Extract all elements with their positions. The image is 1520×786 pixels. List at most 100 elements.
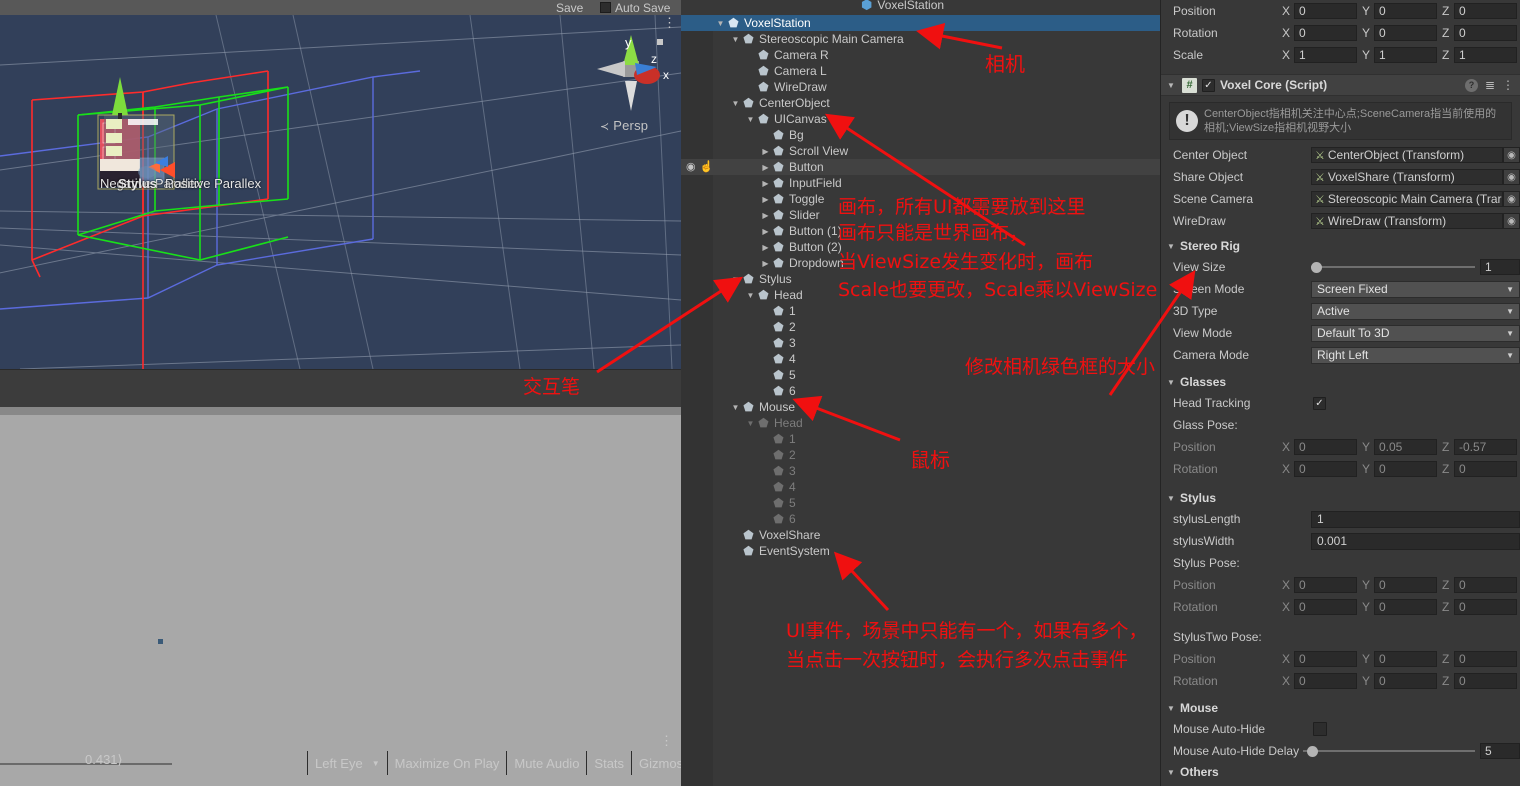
chevron-right-icon[interactable]: ▶ [760, 163, 771, 172]
mouse-foldout[interactable]: ▼ Mouse [1161, 698, 1520, 718]
save-button-partial[interactable]: Save [556, 0, 583, 15]
chevron-right-icon[interactable]: ▶ [760, 147, 771, 156]
screen-mode-dropdown[interactable]: Screen Fixed ▼ [1311, 280, 1520, 298]
scene-overflow-menu-icon[interactable]: ⋮ [663, 16, 676, 29]
stylus-foldout[interactable]: ▼ Stylus [1161, 488, 1520, 508]
camera-mode-dropdown[interactable]: Right Left ▼ [1311, 346, 1520, 364]
stereo-rig-foldout[interactable]: ▼ Stereo Rig [1161, 236, 1520, 256]
maximize-on-play-button[interactable]: Maximize On Play [386, 751, 507, 775]
scene-camera-picker-icon[interactable]: ◉ [1503, 191, 1520, 207]
hierarchy-row[interactable]: ▼ ⬟ Stereoscopic Main Camera [681, 31, 1160, 47]
hierarchy-row[interactable]: ▼ ⬟ UICanvas [681, 111, 1160, 127]
mouse-auto-hide-checkbox[interactable] [1313, 722, 1327, 736]
hierarchy-row[interactable]: ⬟ VoxelShare [681, 527, 1160, 543]
auto-save-checkbox[interactable] [600, 2, 611, 13]
hierarchy-row[interactable]: ▼ ⬟ VoxelStation [681, 15, 1160, 31]
chevron-right-icon[interactable]: ▶ [760, 243, 771, 252]
hierarchy-row[interactable]: ▶ ⬟ InputField [681, 175, 1160, 191]
hierarchy-row[interactable]: ⬟ 3 [681, 335, 1160, 351]
stylus-two-rotation-z-field: 0 [1454, 673, 1517, 689]
hierarchy-row[interactable]: ⬟ 2 [681, 319, 1160, 335]
hierarchy-row[interactable]: ▼ ⬟ Mouse [681, 399, 1160, 415]
chevron-down-icon[interactable]: ▼ [745, 419, 756, 428]
chevron-down-icon[interactable]: ▼ [1167, 494, 1180, 503]
hierarchy-row[interactable]: ⬟ 4 [681, 479, 1160, 495]
wiredraw-picker-icon[interactable]: ◉ [1503, 213, 1520, 229]
wiredraw-field[interactable]: ⚔ WireDraw (Transform) [1311, 213, 1503, 229]
hierarchy-row[interactable]: ◉ ☝ ▶ ⬟ Button [681, 159, 1160, 175]
scale-x-field[interactable]: 1 [1294, 47, 1357, 63]
chevron-right-icon[interactable]: ▶ [760, 259, 771, 268]
chevron-down-icon[interactable]: ▼ [1167, 704, 1180, 713]
center-object-field[interactable]: ⚔ CenterObject (Transform) [1311, 147, 1503, 163]
glasses-foldout[interactable]: ▼ Glasses [1161, 372, 1520, 392]
game-view-overflow-menu-icon[interactable]: ⋮ [660, 734, 673, 747]
head-tracking-checkbox[interactable]: ✓ [1313, 396, 1326, 410]
hierarchy-row[interactable]: ⬟ 5 [681, 495, 1160, 511]
chevron-down-icon[interactable]: ▼ [730, 403, 741, 412]
share-object-picker-icon[interactable]: ◉ [1503, 169, 1520, 185]
rotation-y-field[interactable]: 0 [1374, 25, 1437, 41]
scale-y-field[interactable]: 1 [1374, 47, 1437, 63]
mute-audio-button[interactable]: Mute Audio [506, 751, 586, 775]
chevron-down-icon[interactable]: ▼ [745, 115, 756, 124]
hierarchy-row[interactable]: ⬟ Camera L [681, 63, 1160, 79]
position-z-field[interactable]: 0 [1454, 3, 1517, 19]
hierarchy-row[interactable]: ⬟ 6 [681, 511, 1160, 527]
chevron-down-icon[interactable]: ▼ [1167, 768, 1180, 777]
view-size-slider[interactable] [1311, 260, 1475, 274]
rotation-x-field[interactable]: 0 [1294, 25, 1357, 41]
chevron-right-icon[interactable]: ▶ [760, 227, 771, 236]
chevron-down-icon[interactable]: ▼ [730, 275, 741, 284]
chevron-down-icon[interactable]: ▼ [1167, 242, 1180, 251]
auto-save-toggle[interactable]: Auto Save [600, 0, 670, 15]
chevron-down-icon[interactable]: ▼ [730, 35, 741, 44]
eye-select-dropdown[interactable]: Left Eye ▼ [307, 751, 387, 775]
chevron-down-icon[interactable]: ▼ [1165, 81, 1177, 90]
chevron-right-icon[interactable]: ▶ [760, 179, 771, 188]
hierarchy-row[interactable]: ⬟ EventSystem [681, 543, 1160, 559]
stylus-length-field[interactable]: 1 [1311, 510, 1520, 528]
view-mode-dropdown[interactable]: Default To 3D ▼ [1311, 324, 1520, 342]
stylus-width-field[interactable]: 0.001 [1311, 532, 1520, 550]
chevron-right-icon[interactable]: ▶ [760, 211, 771, 220]
others-foldout[interactable]: ▼ Others [1161, 762, 1520, 782]
chevron-down-icon[interactable]: ▼ [1167, 378, 1180, 387]
hierarchy-row[interactable]: ⬟ 1 [681, 303, 1160, 319]
hierarchy-row[interactable]: ⬟ 6 [681, 383, 1160, 399]
three-d-type-dropdown[interactable]: Active ▼ [1311, 302, 1520, 320]
mouse-auto-hide-delay-slider[interactable] [1303, 744, 1475, 758]
view-size-value-field[interactable]: 1 [1480, 259, 1520, 275]
hierarchy-row[interactable]: ▼ ⬟ CenterObject [681, 95, 1160, 111]
center-object-picker-icon[interactable]: ◉ [1503, 147, 1520, 163]
component-enabled-checkbox[interactable]: ✓ [1202, 78, 1215, 92]
scale-z-field[interactable]: 1 [1454, 47, 1517, 63]
rotation-z-field[interactable]: 0 [1454, 25, 1517, 41]
mouse-auto-hide-delay-value-field[interactable]: 5 [1480, 743, 1520, 759]
chevron-right-icon[interactable]: ▶ [760, 195, 771, 204]
position-x-field[interactable]: 0 [1294, 3, 1357, 19]
hierarchy-row[interactable]: ⬟ WireDraw [681, 79, 1160, 95]
chevron-down-icon[interactable]: ▼ [745, 291, 756, 300]
voxel-core-component-header[interactable]: ▼ # ✓ Voxel Core (Script) ? ≣ ⋮ [1161, 74, 1520, 96]
scene-axis-gizmo[interactable]: y z x [595, 33, 675, 113]
eye-icon[interactable]: ◉ [686, 160, 696, 173]
help-icon[interactable]: ? [1464, 78, 1478, 92]
scene-camera-field[interactable]: ⚔ Stereoscopic Main Camera (Trar [1311, 191, 1503, 207]
hierarchy-row[interactable]: ⬟ Camera R [681, 47, 1160, 63]
hand-icon[interactable]: ☝ [700, 160, 714, 173]
share-object-field[interactable]: ⚔ VoxelShare (Transform) [1311, 169, 1503, 185]
scene-viewport[interactable]: Negative Parallex Positive Parallex Styl… [0, 15, 681, 369]
stats-button[interactable]: Stats [586, 751, 631, 775]
chevron-down-icon[interactable]: ▼ [715, 19, 726, 28]
hierarchy-row[interactable]: ▶ ⬟ Scroll View [681, 143, 1160, 159]
tab-voxelstation[interactable]: ⬢ VoxelStation [861, 0, 944, 15]
gameobject-cube-icon: ⬟ [728, 16, 739, 30]
chevron-down-icon[interactable]: ▼ [730, 99, 741, 108]
perspective-mode-label[interactable]: ≺ Persp [600, 118, 648, 133]
preset-icon[interactable]: ≣ [1485, 78, 1495, 92]
component-menu-icon[interactable]: ⋮ [1502, 78, 1514, 92]
hierarchy-row[interactable]: ⬟ Bg [681, 127, 1160, 143]
position-y-field[interactable]: 0 [1374, 3, 1437, 19]
hierarchy-row[interactable]: ▼ ⬟ Head [681, 415, 1160, 431]
